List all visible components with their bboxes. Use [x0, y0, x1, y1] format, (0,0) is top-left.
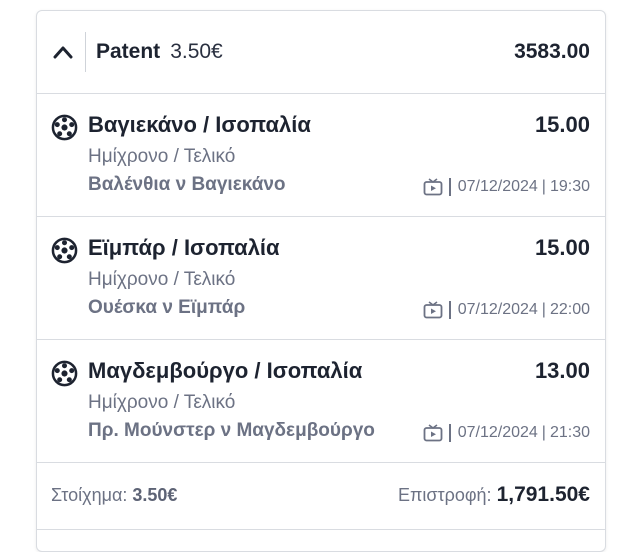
- bet-footer: Στοίχημα: 3.50€ Επιστροφή: 1,791.50€: [37, 463, 605, 530]
- stake-value: 3.50€: [132, 485, 178, 505]
- football-icon: [51, 237, 78, 264]
- selection-odds: 13.00: [534, 358, 590, 383]
- meta-divider: [449, 178, 451, 196]
- chevron-up-icon[interactable]: [51, 40, 75, 64]
- selection-item: Μαγδεμβούργο / Ισοπαλία 13.00 Ημίχρονο /…: [37, 340, 605, 463]
- return-value: 1,791.50€: [496, 483, 590, 506]
- datetime-separator: |: [541, 301, 546, 318]
- selection-event[interactable]: Πρ. Μούνστερ ν Μαγδεμβούργο: [88, 420, 375, 442]
- total-odds: 3583.00: [514, 40, 590, 63]
- selection-period: Ημίχρονο / Τελικό: [88, 269, 236, 290]
- event-time: 22:00: [549, 301, 590, 318]
- meta-divider: [449, 424, 451, 442]
- football-icon: [51, 114, 78, 141]
- stake-label: Στοίχημα:: [51, 485, 128, 505]
- selection-item: Εϊμπάρ / Ισοπαλία 15.00 Ημίχρονο / Τελικ…: [37, 217, 605, 340]
- datetime-separator: |: [541, 178, 546, 195]
- selection-event[interactable]: Βαλένθια ν Βαγιεκάνο: [88, 174, 286, 196]
- tv-play-icon[interactable]: [423, 301, 443, 319]
- bet-type-label: Patent: [96, 40, 161, 63]
- selection-event[interactable]: Ουέσκα ν Εϊμπάρ: [88, 297, 245, 319]
- selection-odds: 15.00: [534, 112, 590, 137]
- selection-period: Ημίχρονο / Τελικό: [88, 392, 236, 413]
- stake-per-unit: 3.50€: [170, 40, 223, 63]
- bet-header[interactable]: Patent 3.50€ 3583.00: [37, 11, 605, 94]
- selection-odds: 15.00: [534, 235, 590, 260]
- selection-meta: 07/12/2024 | 22:00: [423, 301, 590, 319]
- meta-divider: [449, 301, 451, 319]
- return-summary: Επιστροφή: 1,791.50€: [398, 483, 590, 507]
- tv-play-icon[interactable]: [423, 424, 443, 442]
- bet-slip-card: Patent 3.50€ 3583.00 Βαγιεκάνο / Ισοπαλί…: [36, 10, 606, 552]
- selection-meta: 07/12/2024 | 21:30: [423, 424, 590, 442]
- selection-item: Βαγιεκάνο / Ισοπαλία 15.00 Ημίχρονο / Τε…: [37, 94, 605, 217]
- event-date: 07/12/2024: [457, 301, 538, 318]
- event-time: 21:30: [549, 424, 590, 441]
- selection-market: Εϊμπάρ / Ισοπαλία: [88, 235, 280, 260]
- selection-meta: 07/12/2024 | 19:30: [423, 178, 590, 196]
- selection-market: Βαγιεκάνο / Ισοπαλία: [88, 112, 311, 137]
- event-time: 19:30: [549, 178, 590, 195]
- selection-period: Ημίχρονο / Τελικό: [88, 146, 236, 167]
- event-date: 07/12/2024: [457, 178, 538, 195]
- header-divider: [85, 32, 86, 72]
- tv-play-icon[interactable]: [423, 178, 443, 196]
- return-label: Επιστροφή:: [397, 485, 492, 505]
- stake-summary: Στοίχημα: 3.50€: [51, 485, 177, 506]
- football-icon: [51, 360, 78, 387]
- event-date: 07/12/2024: [457, 424, 538, 441]
- datetime-separator: |: [541, 424, 546, 441]
- selection-market: Μαγδεμβούργο / Ισοπαλία: [88, 358, 363, 383]
